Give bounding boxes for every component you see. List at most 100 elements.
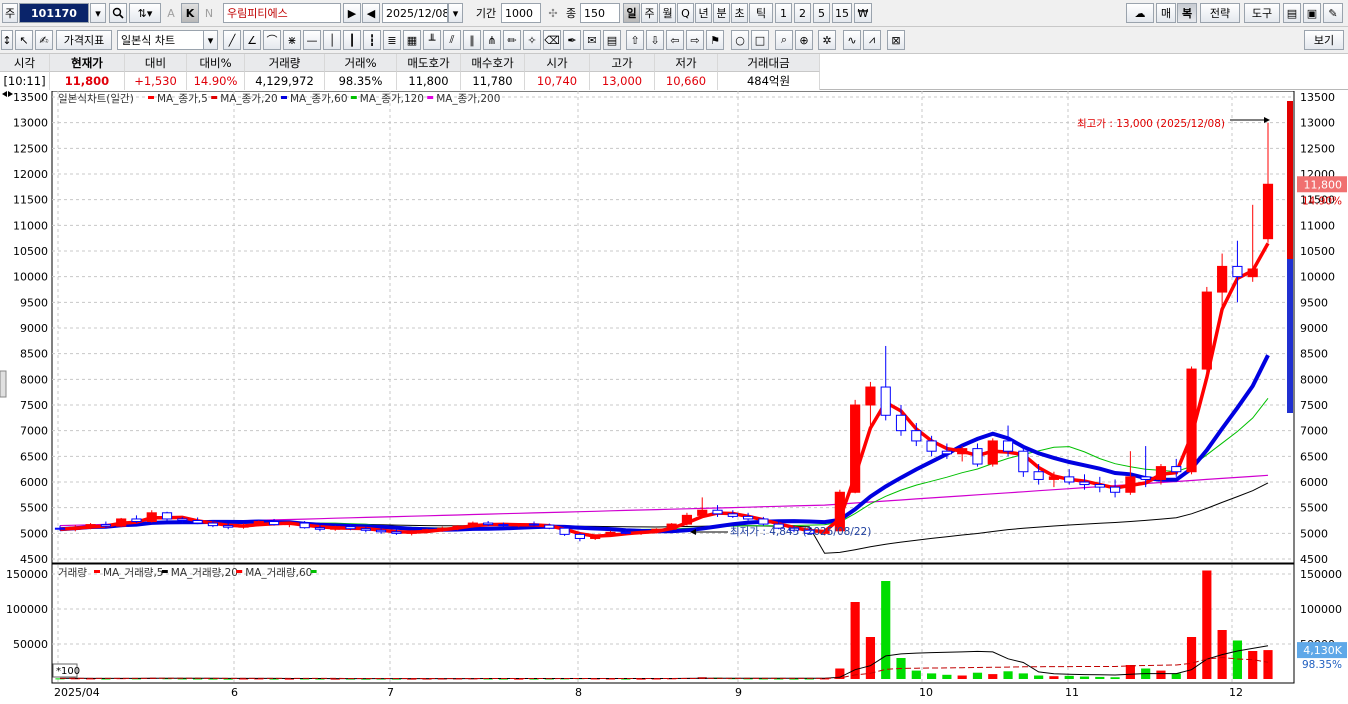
- rectangle-tool-icon[interactable]: □: [751, 30, 769, 50]
- timeframe-tick-button[interactable]: 틱: [749, 3, 773, 23]
- retracement-tool-icon[interactable]: ≣: [383, 30, 401, 50]
- volume-legend-item: MA_거래량,60: [245, 567, 312, 579]
- buy-button[interactable]: 매: [1156, 3, 1176, 23]
- a-toggle-button[interactable]: A: [163, 3, 179, 23]
- channel-tool-icon[interactable]: ⫽: [443, 30, 461, 50]
- grid-tool-icon[interactable]: ▦: [403, 30, 421, 50]
- timeframe-day-button[interactable]: 일: [623, 3, 640, 23]
- view-button[interactable]: 보기: [1304, 30, 1344, 50]
- arrow-up-tool-icon[interactable]: ⇧: [626, 30, 644, 50]
- search-icon[interactable]: [109, 3, 127, 23]
- quote-bar: 시각 현재가 대비 대비% 거래량 거래% 매도호가 매수호가 시가 고가 저가…: [0, 54, 1348, 90]
- angle-tool-icon[interactable]: ∠: [243, 30, 261, 50]
- candle-body: [406, 530, 417, 534]
- chart-type-arrow-icon[interactable]: ▾: [203, 30, 218, 50]
- delete-drawings-icon[interactable]: ⊠: [887, 30, 905, 50]
- cursor-arrow-icon[interactable]: ↖: [15, 30, 33, 50]
- crosshair-icon[interactable]: ✣: [544, 3, 562, 23]
- date-dropdown-arrow-icon[interactable]: ▾: [448, 3, 463, 23]
- edit-icon[interactable]: ✍: [35, 30, 53, 50]
- brush-tool-icon[interactable]: ✒: [563, 30, 581, 50]
- interval-2-button[interactable]: 2: [794, 3, 811, 23]
- zoom-area-tool-icon[interactable]: ⊕: [795, 30, 813, 50]
- cloud-icon[interactable]: ☁: [1126, 3, 1154, 23]
- cycle-lines-tool-icon[interactable]: ┇: [363, 30, 381, 50]
- note-tool-icon[interactable]: ✉: [583, 30, 601, 50]
- prev-stock-button[interactable]: ◀: [362, 3, 380, 23]
- arrow-right-tool-icon[interactable]: ⇨: [686, 30, 704, 50]
- code-dropdown-arrow-icon[interactable]: ▾: [90, 3, 106, 23]
- indicator-button[interactable]: 가격지표: [56, 30, 112, 50]
- timeframe-quarter-button[interactable]: Q: [677, 3, 694, 23]
- period-input[interactable]: 1000: [501, 3, 541, 23]
- flag-tool-icon[interactable]: ⚑: [706, 30, 724, 50]
- next-stock-button[interactable]: ▶: [343, 3, 361, 23]
- timeframe-week-button[interactable]: 주: [641, 3, 658, 23]
- save-icon[interactable]: ▣: [1303, 3, 1321, 23]
- volume-bar: [911, 670, 921, 679]
- strategy-button[interactable]: 전략: [1200, 3, 1240, 23]
- folder-open-icon[interactable]: ▤: [1283, 3, 1301, 23]
- low-price-label: 최저가 : 4,845 (2025/08/22): [730, 526, 871, 538]
- interval-15-button[interactable]: 15: [832, 3, 852, 23]
- price-volume-chart[interactable]: 4500 5000 5500 6000 6500 7000 7500 8000 8500 9000…: [0, 90, 1348, 701]
- candle-body: [666, 523, 677, 530]
- arrow-left-tool-icon[interactable]: ⇦: [666, 30, 684, 50]
- timeframe-minute-button[interactable]: 분: [713, 3, 730, 23]
- k-toggle-button[interactable]: K: [181, 3, 199, 23]
- scroll-left-icon[interactable]: [2, 91, 7, 97]
- gann-tool-icon[interactable]: ╨: [423, 30, 441, 50]
- settings-gear-icon[interactable]: ✲: [818, 30, 836, 50]
- price-tick-label-right: 12500: [1300, 142, 1335, 155]
- zoom-tool-icon[interactable]: ⌕: [775, 30, 793, 50]
- horizontal-line-tool-icon[interactable]: —: [303, 30, 321, 50]
- quote-change-pct: 14.90%: [187, 72, 245, 90]
- count-input[interactable]: 150: [580, 3, 620, 23]
- candle-body: [1110, 486, 1121, 493]
- vertical-line-tool-icon[interactable]: │: [323, 30, 341, 50]
- chart-type-select[interactable]: 일본식 차트: [117, 30, 207, 50]
- n-toggle-button[interactable]: N: [201, 3, 217, 23]
- time-tick-label: 11: [1065, 686, 1079, 699]
- volume-bar: [927, 673, 937, 679]
- price-panel[interactable]: [51, 90, 1295, 564]
- date-input[interactable]: 2025/12/08: [382, 3, 448, 23]
- multi-button[interactable]: 복: [1177, 3, 1197, 23]
- fib-lines-tool-icon[interactable]: ┃: [343, 30, 361, 50]
- timeframe-year-button[interactable]: 년: [695, 3, 712, 23]
- timeframe-month-button[interactable]: 월: [659, 3, 676, 23]
- pitchfork-tool-icon[interactable]: ⋔: [483, 30, 501, 50]
- candle-body: [1201, 291, 1212, 370]
- interval-1-button[interactable]: 1: [775, 3, 792, 23]
- timeframe-second-button[interactable]: 초: [731, 3, 748, 23]
- price-tick-label-right: 5500: [1300, 502, 1328, 515]
- chart-area[interactable]: 4500 5000 5500 6000 6500 7000 7500 8000 8500 9000…: [0, 90, 1348, 701]
- side-panel-toggle[interactable]: [0, 370, 7, 398]
- volume-panel[interactable]: [51, 563, 1295, 684]
- price-tick-label-right: 10500: [1300, 245, 1335, 258]
- tools-button[interactable]: 도구: [1244, 3, 1280, 23]
- arrow-down-tool-icon[interactable]: ⇩: [646, 30, 664, 50]
- fan-tool-icon[interactable]: ⋇: [283, 30, 301, 50]
- updown-icon[interactable]: ↕: [1, 30, 13, 50]
- price-tick-label-left: 10500: [13, 245, 48, 258]
- market-type-label[interactable]: 주: [2, 3, 18, 23]
- wrench-icon[interactable]: ✎: [1323, 3, 1343, 23]
- volume-unit-label: *100: [56, 666, 80, 677]
- zigzag-tool-icon[interactable]: ⩘: [863, 30, 881, 50]
- custom-interval-icon[interactable]: ₩: [854, 3, 872, 23]
- stock-name-field[interactable]: 우림피티에스: [223, 3, 341, 23]
- text-tool-icon[interactable]: ▤: [603, 30, 621, 50]
- circle-tool-icon[interactable]: ○: [731, 30, 749, 50]
- eraser-tool-icon[interactable]: ⌫: [543, 30, 561, 50]
- pen-tool-icon[interactable]: ✏: [503, 30, 521, 50]
- interval-5-button[interactable]: 5: [813, 3, 830, 23]
- parallel-tool-icon[interactable]: ∥: [463, 30, 481, 50]
- sort-order-icon[interactable]: ⇅▾: [129, 3, 161, 23]
- arc-tool-icon[interactable]: ⌒: [263, 30, 281, 50]
- magic-tool-icon[interactable]: ✧: [523, 30, 541, 50]
- stock-code-input[interactable]: 101170: [19, 3, 89, 23]
- quote-header-high: 고가: [590, 54, 655, 72]
- trendline-tool-icon[interactable]: ╱: [223, 30, 241, 50]
- wave-tool-icon[interactable]: ∿: [843, 30, 861, 50]
